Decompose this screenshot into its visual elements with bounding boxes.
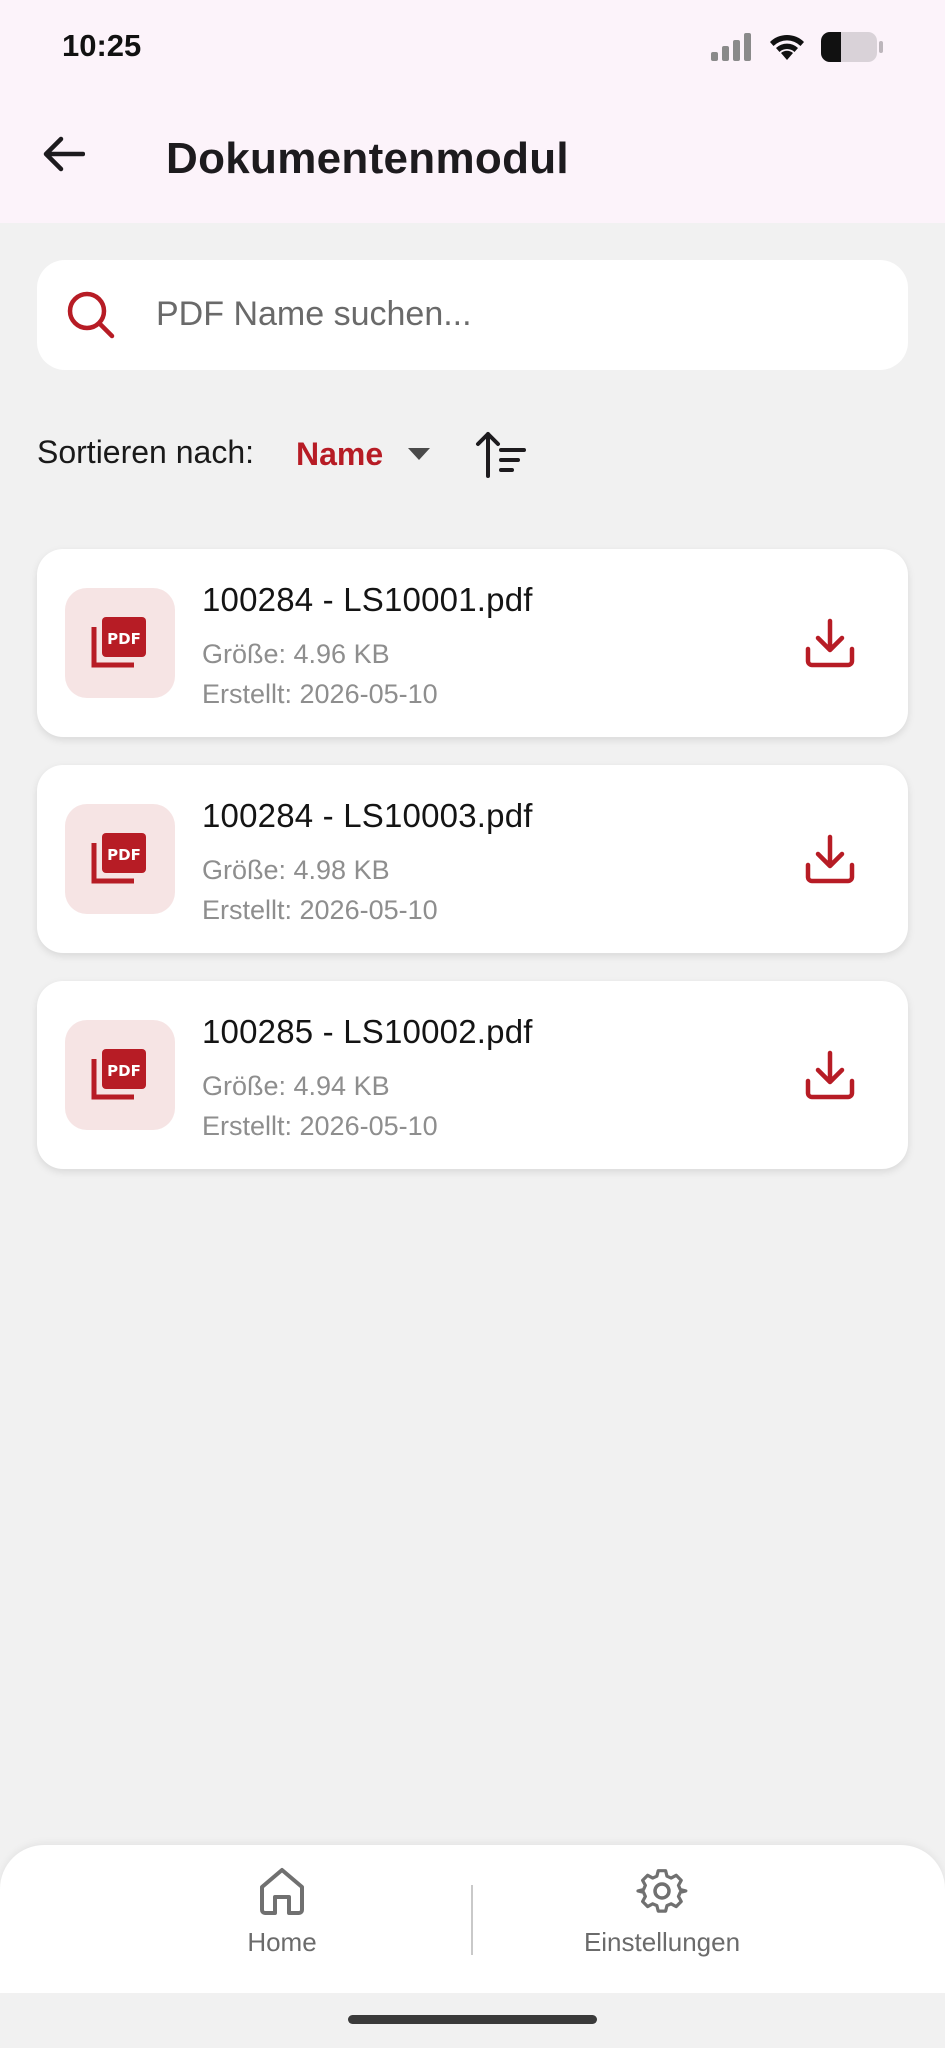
bottom-navigation: Home Einstellungen [0, 1845, 945, 1993]
arrow-left-icon [43, 136, 85, 172]
nav-divider [471, 1885, 473, 1955]
app-header: 10:25 Dokumentenmodul [0, 0, 945, 223]
document-name: 100284 - LS10001.pdf [202, 581, 533, 618]
chevron-down-icon [408, 448, 431, 460]
svg-text:PDF: PDF [107, 846, 141, 864]
back-button[interactable] [38, 128, 90, 180]
sort-ascending-icon [476, 432, 526, 478]
document-card[interactable]: PDF 100284 - LS10001.pdf Größe: 4.96 KB … [37, 549, 908, 737]
download-button[interactable] [802, 615, 858, 671]
search-icon [67, 291, 115, 339]
document-card[interactable]: PDF 100284 - LS10003.pdf Größe: 4.98 KB … [37, 765, 908, 953]
document-name: 100284 - LS10003.pdf [202, 797, 533, 834]
svg-text:PDF: PDF [107, 630, 141, 648]
document-card[interactable]: PDF 100285 - LS10002.pdf Größe: 4.94 KB … [37, 981, 908, 1169]
sort-dropdown[interactable]: Name [296, 430, 431, 478]
download-icon [805, 1050, 855, 1100]
pdf-thumbnail: PDF [65, 1020, 175, 1130]
nav-settings[interactable]: Einstellungen [542, 1865, 782, 1975]
document-created: Erstellt: 2026-05-10 [202, 895, 438, 925]
document-name: 100285 - LS10002.pdf [202, 1013, 533, 1050]
document-size: Größe: 4.94 KB [202, 1071, 390, 1101]
status-time: 10:25 [62, 28, 142, 63]
pdf-file-icon: PDF [91, 617, 146, 668]
nav-home[interactable]: Home [162, 1865, 402, 1975]
wifi-icon [770, 34, 804, 60]
pdf-file-icon: PDF [91, 833, 146, 884]
nav-settings-label: Einstellungen [583, 1927, 741, 1957]
sort-label: Sortieren nach: [37, 434, 255, 470]
download-icon [805, 618, 855, 668]
download-button[interactable] [802, 1047, 858, 1103]
signal-icon [711, 33, 751, 61]
nav-home-label: Home [247, 1927, 317, 1957]
pdf-thumbnail: PDF [65, 588, 175, 698]
page-title: Dokumentenmodul [166, 134, 569, 183]
battery-icon [821, 32, 883, 62]
home-icon [260, 1868, 304, 1915]
gear-icon [636, 1869, 688, 1913]
status-icons [711, 30, 883, 64]
download-button[interactable] [802, 831, 858, 887]
home-indicator[interactable] [348, 2015, 597, 2024]
sort-value: Name [296, 435, 384, 472]
download-icon [805, 834, 855, 884]
document-size: Größe: 4.98 KB [202, 855, 390, 885]
pdf-file-icon: PDF [91, 1049, 146, 1100]
sort-order-button[interactable] [474, 426, 530, 482]
document-created: Erstellt: 2026-05-10 [202, 679, 438, 709]
document-size: Größe: 4.96 KB [202, 639, 390, 669]
document-created: Erstellt: 2026-05-10 [202, 1111, 438, 1141]
svg-text:PDF: PDF [107, 1062, 141, 1080]
search-input[interactable] [156, 286, 876, 342]
pdf-thumbnail: PDF [65, 804, 175, 914]
